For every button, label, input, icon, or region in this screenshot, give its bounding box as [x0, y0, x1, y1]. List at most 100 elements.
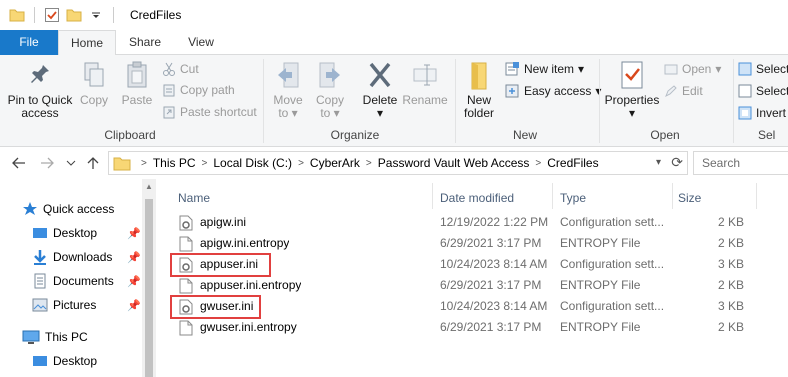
address-dropdown-icon[interactable]: ▾	[656, 157, 661, 168]
recent-locations-icon[interactable]	[62, 154, 80, 172]
nav-desktop-2-label: Desktop	[53, 354, 98, 368]
new-group-label: New	[512, 128, 537, 142]
move-to-button[interactable]: Move to ▾	[268, 59, 308, 120]
column-divider[interactable]	[672, 183, 673, 209]
tab-view[interactable]: View	[178, 30, 224, 55]
nav-desktop[interactable]: Desktop 📌	[32, 222, 147, 244]
ribbon-divider	[733, 59, 734, 143]
ribbon-divider	[599, 59, 600, 143]
tab-share[interactable]: Share	[120, 30, 170, 55]
refresh-icon[interactable]: ⟳	[671, 154, 683, 171]
column-divider[interactable]	[432, 183, 433, 209]
file-date: 10/24/2023 8:14 AM	[440, 257, 548, 271]
select-none-button[interactable]: Select	[738, 81, 788, 101]
pin-icon	[31, 65, 49, 83]
delete-button[interactable]: Delete ▾	[360, 59, 400, 120]
breadcrumb-credfiles[interactable]: CredFiles	[547, 156, 598, 170]
breadcrumb-this-pc[interactable]: This PC	[153, 156, 196, 170]
column-divider[interactable]	[552, 183, 553, 209]
copy-to-button[interactable]: Copy to ▾	[310, 59, 350, 120]
select-none-label: Select	[756, 84, 788, 98]
scroll-up-icon[interactable]: ▲	[145, 182, 153, 191]
nav-downloads[interactable]: Downloads 📌	[32, 246, 147, 268]
pin-icon[interactable]: 📌	[127, 251, 141, 264]
pin-to-quick-access-button[interactable]: Pin to Quick access	[6, 59, 74, 120]
nav-quick-access[interactable]: Quick access	[22, 198, 147, 220]
forward-arrow-icon[interactable]	[38, 154, 56, 172]
file-size: 2 KB	[717, 236, 744, 250]
paste-icon	[127, 61, 147, 88]
nav-desktop-2[interactable]: Desktop	[32, 350, 147, 372]
file-name: apigw.ini	[200, 215, 247, 229]
address-bar[interactable]: > This PC > Local Disk (C:) > CyberArk >…	[108, 151, 688, 175]
documents-icon	[34, 273, 46, 289]
file-row[interactable]: appuser.ini.entropy 6/29/2021 3:17 PM EN…	[160, 275, 788, 296]
select-all-button[interactable]: Select	[738, 59, 788, 79]
column-header-type[interactable]: Type	[560, 185, 586, 211]
copy-button[interactable]: Copy	[76, 59, 112, 107]
scissors-icon	[163, 62, 175, 76]
back-arrow-icon[interactable]	[10, 154, 28, 172]
column-divider[interactable]	[756, 183, 757, 209]
search-input[interactable]: Search CredFiles	[693, 151, 788, 192]
blank-file-icon	[179, 236, 193, 252]
rename-button[interactable]: Rename	[402, 59, 448, 107]
customize-dropdown-icon[interactable]	[87, 6, 105, 24]
file-type: Configuration sett...	[560, 257, 665, 271]
properties-button[interactable]: Properties ▾	[604, 59, 660, 120]
paste-shortcut-icon	[163, 106, 175, 119]
tab-home[interactable]: Home	[58, 30, 116, 56]
nav-scrollbar[interactable]: ▲	[142, 179, 156, 377]
paste-label: Paste	[121, 93, 153, 107]
column-header-size[interactable]: Size	[678, 185, 701, 211]
invert-selection-button[interactable]: Invert	[738, 103, 786, 123]
select-all-icon	[738, 62, 752, 76]
dropdown-arrow-icon: ▾	[578, 62, 585, 76]
folder-icon[interactable]	[8, 6, 26, 24]
paste-shortcut-button[interactable]: Paste shortcut	[162, 102, 257, 122]
file-date: 10/24/2023 8:14 AM	[440, 299, 548, 313]
scrollbar-thumb[interactable]	[145, 199, 153, 377]
chevron-right-icon: >	[141, 157, 147, 169]
column-header-name[interactable]: Name	[178, 185, 210, 211]
file-type: ENTROPY File	[560, 320, 641, 334]
new-folder-button[interactable]: New folder	[460, 59, 498, 120]
file-list: Name Date modified Type Size apigw.ini 1…	[160, 179, 788, 377]
file-type: ENTROPY File	[560, 278, 641, 292]
edit-button[interactable]: Edit	[664, 81, 703, 101]
cut-label: Cut	[180, 62, 199, 76]
pin-icon[interactable]: 📌	[127, 299, 141, 312]
copy-path-button[interactable]: Copy path	[162, 80, 235, 100]
easy-access-button[interactable]: Easy access ▾	[504, 81, 601, 101]
file-name: apigw.ini.entropy	[200, 236, 290, 250]
desktop-icon	[33, 228, 47, 238]
up-arrow-icon[interactable]	[84, 154, 102, 172]
open-button[interactable]: Open ▾	[664, 59, 721, 79]
ribbon: Pin to Quick access Copy Paste Cut Copy …	[0, 55, 788, 147]
new-folder-label-2: folder	[463, 106, 495, 120]
breadcrumb-password-vault-web-access[interactable]: Password Vault Web Access	[378, 156, 530, 170]
cut-button[interactable]: Cut	[162, 59, 199, 79]
nav-documents[interactable]: Documents 📌	[32, 270, 147, 292]
select-all-label: Select	[756, 62, 788, 76]
open-icon	[664, 64, 678, 75]
breadcrumb-local-disk[interactable]: Local Disk (C:)	[213, 156, 292, 170]
new-folder-icon[interactable]	[65, 6, 83, 24]
breadcrumb-cyberark[interactable]: CyberArk	[310, 156, 360, 170]
rename-icon	[413, 64, 437, 86]
new-item-button[interactable]: New item ▾	[504, 59, 584, 79]
properties-check-icon[interactable]	[43, 6, 61, 24]
file-row[interactable]: gwuser.ini.entropy 6/29/2021 3:17 PM ENT…	[160, 317, 788, 338]
paste-button[interactable]: Paste	[118, 59, 156, 107]
select-none-icon	[738, 84, 752, 98]
tab-file[interactable]: File	[0, 30, 58, 55]
nav-this-pc[interactable]: This PC	[22, 326, 147, 348]
pin-icon[interactable]: 📌	[127, 227, 141, 240]
column-header-date[interactable]: Date modified	[440, 185, 514, 211]
nav-pictures[interactable]: Pictures 📌	[32, 294, 147, 316]
ribbon-divider	[263, 59, 264, 143]
pin-icon[interactable]: 📌	[127, 275, 141, 288]
file-row[interactable]: apigw.ini.entropy 6/29/2021 3:17 PM ENTR…	[160, 233, 788, 254]
move-to-label-2: to ▾	[278, 106, 298, 120]
file-row[interactable]: apigw.ini 12/19/2022 1:22 PM Configurati…	[160, 212, 788, 233]
